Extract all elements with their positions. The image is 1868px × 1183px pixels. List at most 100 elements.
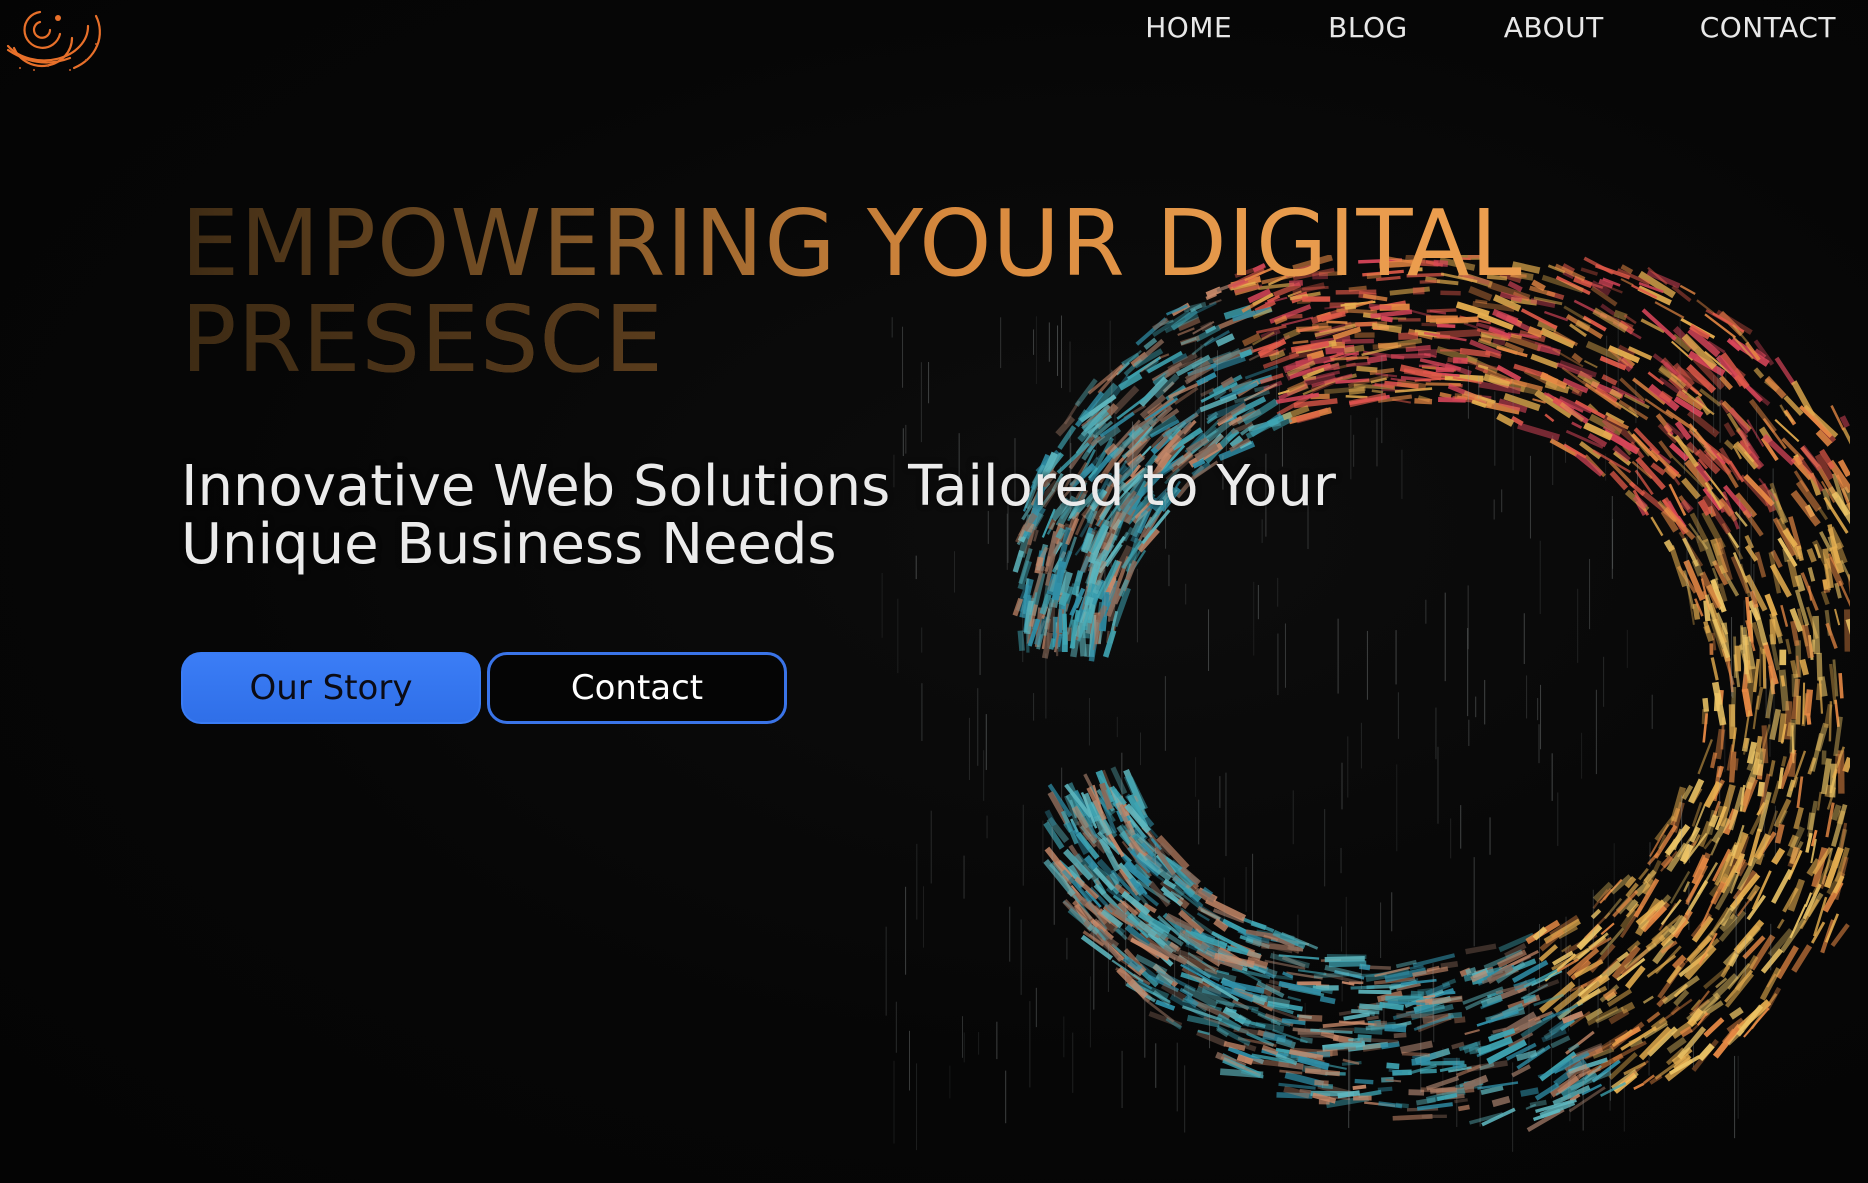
swirl-stroke — [1821, 750, 1827, 765]
main-nav: HOME BLOG ABOUT CONTACT — [1145, 10, 1836, 46]
swirl-stroke — [1764, 593, 1778, 617]
swirl-stroke — [1388, 1068, 1403, 1074]
swirl-stroke — [1424, 995, 1463, 1005]
contact-button[interactable]: Contact — [487, 652, 787, 724]
swirl-stroke — [1351, 1008, 1380, 1015]
swirl-stroke — [1761, 725, 1769, 764]
swirl-stroke — [1084, 643, 1091, 658]
swirl-stroke — [1769, 708, 1782, 741]
swirl-stroke — [1319, 995, 1336, 1005]
swirl-stroke — [1452, 1062, 1464, 1069]
swirl-stroke — [1242, 1042, 1257, 1052]
swirl-stroke — [1839, 822, 1848, 849]
swirl-stroke — [1066, 627, 1072, 642]
swirl-stroke — [1350, 985, 1375, 990]
swirl-stroke — [1314, 1079, 1329, 1086]
swirl-stroke — [1833, 716, 1843, 757]
swirl-stroke — [1807, 566, 1816, 582]
nav-blog[interactable]: BLOG — [1328, 10, 1408, 46]
swirl-stroke — [1668, 545, 1688, 588]
swirl-stroke — [1394, 387, 1433, 393]
swirl-stroke — [1366, 1015, 1379, 1021]
swirl-stroke — [1785, 638, 1792, 655]
hero-swirl-artwork — [881, 255, 1850, 1152]
swirl-stroke — [1380, 1041, 1400, 1050]
swirl-stroke — [1757, 781, 1766, 797]
swirl-stroke — [1386, 1062, 1400, 1070]
swirl-stroke — [1620, 278, 1634, 287]
swirl-stroke — [1246, 949, 1262, 962]
swirl-stroke — [1496, 412, 1515, 427]
swirl-stroke — [1250, 920, 1267, 931]
nav-home[interactable]: HOME — [1145, 10, 1232, 46]
swirl-stroke — [1764, 375, 1787, 399]
swirl-stroke — [1287, 995, 1302, 1002]
swirl-stroke — [1765, 677, 1777, 719]
swirl-stroke — [1710, 657, 1719, 681]
spiral-logo-icon[interactable] — [0, 0, 104, 74]
swirl-stroke — [1815, 683, 1822, 701]
swirl-stroke — [1758, 647, 1762, 687]
swirl-stroke — [1348, 387, 1366, 395]
swirl-stroke — [1408, 1089, 1425, 1096]
swirl-stroke — [1358, 989, 1392, 995]
swirl-stroke — [1046, 622, 1050, 649]
swirl-stroke — [1057, 636, 1064, 652]
swirl-stroke — [1324, 956, 1365, 963]
swirl-stroke — [1762, 648, 1767, 689]
swirl-stroke — [1841, 427, 1850, 445]
swirl-stroke — [1780, 604, 1789, 628]
swirl-stroke — [1810, 732, 1824, 772]
swirl-stroke — [1623, 314, 1637, 325]
swirl-stroke — [1410, 990, 1424, 999]
swirl-stroke — [1278, 1082, 1316, 1090]
swirl-stroke — [1710, 752, 1718, 769]
swirl-stroke — [1650, 516, 1664, 537]
swirl-stroke — [1328, 960, 1367, 968]
swirl-stroke — [1696, 299, 1715, 315]
swirl-stroke — [1277, 1060, 1304, 1070]
swirl-stroke — [1780, 675, 1786, 687]
swirl-stroke — [1839, 415, 1850, 428]
swirl-stroke — [1379, 1001, 1404, 1011]
swirl-stroke — [1354, 1078, 1374, 1085]
swirl-stroke — [1834, 608, 1841, 626]
swirl-stroke — [1702, 697, 1710, 712]
swirl-stroke — [1755, 686, 1764, 710]
swirl-stroke — [1299, 1088, 1312, 1094]
swirl-stroke — [1734, 645, 1742, 672]
swirl-stroke — [1567, 1043, 1580, 1052]
nav-about[interactable]: ABOUT — [1504, 10, 1604, 46]
swirl-stroke — [1544, 413, 1555, 423]
swirl-stroke — [1652, 353, 1664, 364]
swirl-stroke — [1377, 1086, 1393, 1092]
swirl-stroke — [1724, 439, 1735, 451]
swirl-stroke — [1491, 1095, 1511, 1108]
swirl-stroke — [1734, 758, 1739, 771]
swirl-stroke — [1295, 410, 1321, 424]
swirl-stroke — [1646, 1011, 1661, 1024]
nav-contact[interactable]: CONTACT — [1700, 10, 1836, 46]
swirl-stroke — [1829, 763, 1837, 798]
swirl-stroke — [1223, 1041, 1246, 1052]
swirl-stroke — [1462, 1074, 1489, 1091]
swirl-stroke — [1395, 1102, 1409, 1109]
swirl-stroke — [1773, 798, 1792, 828]
our-story-button[interactable]: Our Story — [181, 652, 481, 724]
swirl-stroke — [1345, 394, 1368, 399]
swirl-stroke — [1789, 719, 1797, 754]
swirl-stroke — [1102, 629, 1117, 658]
swirl-stroke — [1842, 756, 1850, 773]
swirl-stroke — [1706, 809, 1718, 836]
swirl-stroke — [1571, 386, 1584, 397]
swirl-stroke — [1771, 868, 1793, 904]
swirl-stroke — [1830, 923, 1850, 948]
hero-subheadline-line-2: Unique Business Needs — [181, 512, 837, 577]
swirl-stroke — [1400, 1040, 1433, 1054]
swirl-stroke — [1384, 1024, 1407, 1033]
hero-headline-line-2: PRESESCE — [181, 292, 1601, 388]
swirl-stroke — [1711, 681, 1727, 726]
swirl-stroke — [1279, 1069, 1303, 1075]
swirl-stroke — [1825, 622, 1838, 649]
swirl-stroke — [1385, 995, 1427, 1002]
